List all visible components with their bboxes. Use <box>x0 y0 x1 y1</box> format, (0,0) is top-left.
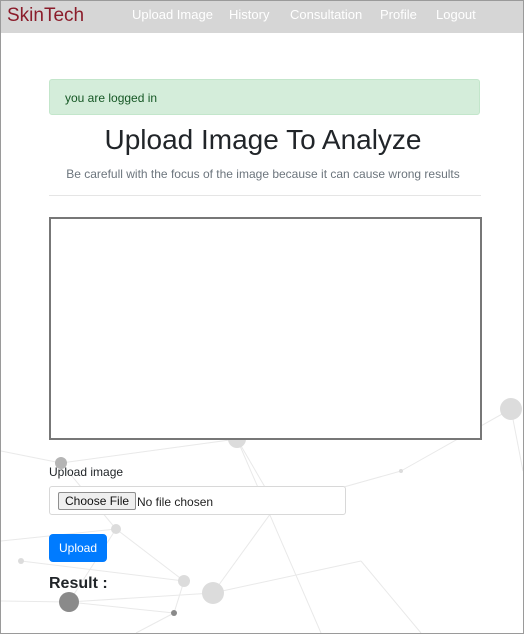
nav-consultation[interactable]: Consultation <box>290 7 362 22</box>
brand-logo[interactable]: SkinTech <box>7 5 84 27</box>
alert-message: you are logged in <box>65 91 158 105</box>
image-preview-area <box>49 217 482 440</box>
top-navbar: SkinTech Upload Image History Consultati… <box>1 1 523 33</box>
nav-history[interactable]: History <box>229 7 269 22</box>
nav-logout[interactable]: Logout <box>436 7 476 22</box>
page-subtitle: Be carefull with the focus of the image … <box>66 167 460 181</box>
choose-file-button[interactable]: Choose File <box>58 492 137 510</box>
nav-profile[interactable]: Profile <box>380 7 417 22</box>
file-status-text: No file chosen <box>137 495 214 509</box>
nav-upload-image[interactable]: Upload Image <box>132 7 213 22</box>
page-title: Upload Image To Analyze <box>104 124 422 155</box>
login-success-alert: you are logged in <box>49 79 480 115</box>
upload-button[interactable]: Upload <box>49 534 107 562</box>
upload-image-label: Upload image <box>49 465 124 479</box>
result-heading: Result : <box>49 575 108 592</box>
file-input[interactable]: Choose File No file chosen <box>49 486 346 515</box>
browser-viewport: SkinTech Upload Image History Consultati… <box>0 0 524 634</box>
divider <box>49 195 481 196</box>
